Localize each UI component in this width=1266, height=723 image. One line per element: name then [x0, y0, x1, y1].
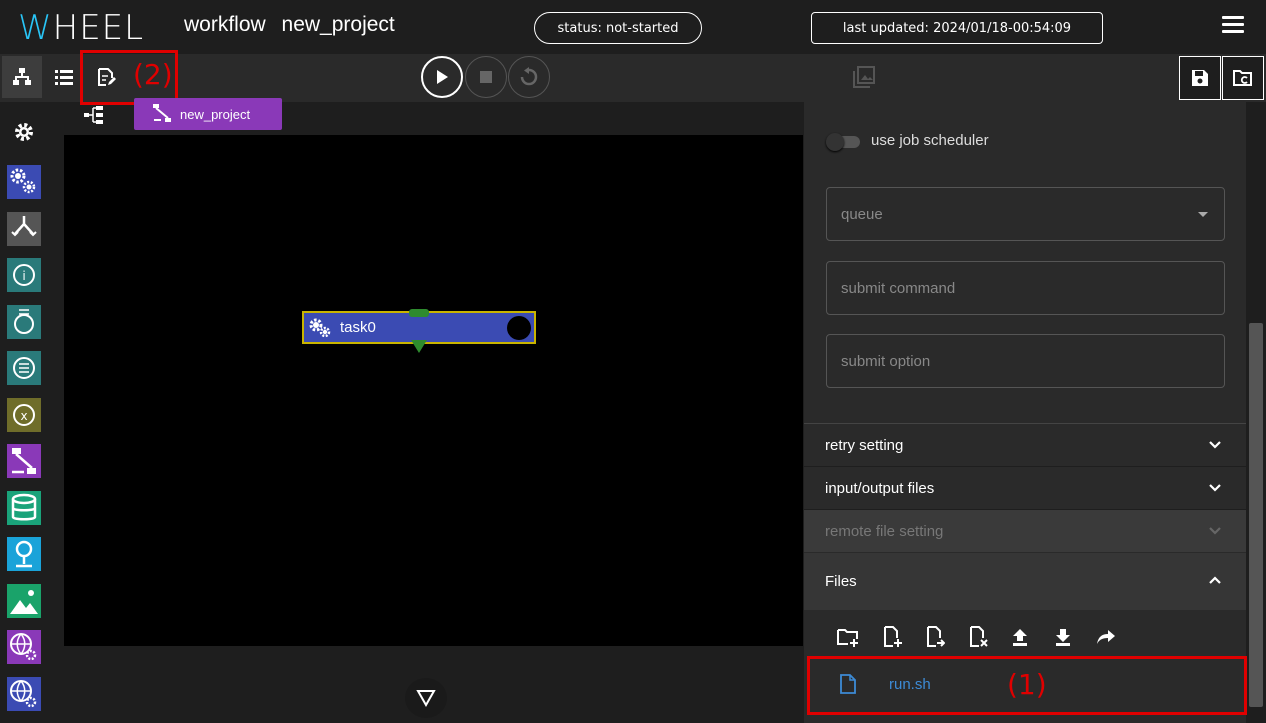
svg-text:x: x — [20, 409, 27, 423]
settings-gear-icon[interactable] — [13, 121, 35, 148]
task-input-port[interactable] — [409, 309, 429, 317]
new-file-button[interactable] — [879, 624, 905, 650]
queue-select[interactable]: queue — [826, 187, 1225, 241]
storage-icon[interactable] — [7, 490, 41, 525]
viewer-icon[interactable] — [853, 66, 875, 93]
workflow-canvas[interactable] — [64, 135, 803, 646]
for-icon[interactable]: i — [7, 258, 41, 292]
task-icon[interactable] — [7, 165, 41, 199]
save-button[interactable] — [1179, 56, 1221, 100]
parameter-study-icon[interactable]: x — [7, 397, 41, 432]
save-icon — [1192, 70, 1208, 86]
revert-project-button[interactable] — [1222, 56, 1264, 100]
viewer-icon[interactable] — [7, 583, 41, 618]
page-title: workflow new_project — [184, 13, 405, 37]
stop-button[interactable] — [465, 56, 507, 98]
list-view-icon — [55, 70, 73, 85]
task-output-connector[interactable] — [507, 316, 531, 340]
retry-setting-section[interactable]: retry setting — [804, 423, 1246, 466]
while-icon[interactable] — [7, 304, 41, 339]
project-tree-icon[interactable] — [84, 106, 104, 129]
task-name: task0 — [340, 319, 376, 336]
share-button[interactable] — [1093, 624, 1119, 650]
svg-text:i: i — [22, 269, 25, 283]
new-folder-icon — [837, 629, 858, 647]
stop-icon — [480, 71, 492, 83]
toggle-log-panel-button[interactable] — [405, 678, 447, 718]
scrollbar-thumb[interactable] — [1249, 323, 1263, 707]
annotation-label-1: (1) — [1007, 668, 1047, 701]
dropdown-caret-icon — [1198, 212, 1208, 217]
breadcrumb-project[interactable]: new_project — [134, 98, 282, 130]
title-project-name: new_project — [281, 13, 395, 36]
revert-project-icon — [1233, 70, 1252, 86]
use-job-scheduler-switch[interactable] — [826, 133, 860, 151]
list-view-button[interactable] — [44, 56, 84, 98]
cloud-task-icon[interactable] — [7, 630, 41, 664]
chevron-down-icon — [1209, 527, 1221, 535]
submit-command-field[interactable]: submit command — [826, 261, 1225, 315]
title-workflow: workflow — [184, 13, 266, 36]
last-updated-badge: last updated: 2024/01/18-00:54:09 — [811, 12, 1103, 44]
share-icon — [1097, 630, 1115, 644]
input-output-files-section[interactable]: input/output files — [804, 466, 1246, 509]
delete-file-button[interactable] — [965, 624, 991, 650]
download-icon — [1056, 629, 1070, 646]
task-gears-icon — [309, 318, 331, 343]
top-bar: WHEEL workflow new_project status: not-s… — [0, 0, 1266, 54]
foreach-icon[interactable] — [7, 351, 41, 385]
upload-button[interactable] — [1007, 624, 1033, 650]
files-section-header[interactable]: Files — [804, 553, 1246, 610]
workflow-icon[interactable] — [7, 444, 41, 478]
submit-option-field[interactable]: submit option — [826, 334, 1225, 388]
run-button[interactable] — [421, 56, 463, 98]
hamburger-menu-icon[interactable] — [1222, 16, 1244, 38]
new-folder-button[interactable] — [835, 624, 861, 650]
task-output-port[interactable] — [411, 340, 427, 353]
bulkjob-task-icon[interactable] — [7, 676, 41, 711]
upload-icon — [1013, 629, 1027, 646]
graph-view-icon — [13, 68, 31, 85]
toolbar — [0, 54, 1266, 102]
annotation-label-2: (2) — [133, 58, 173, 91]
wheel-logo: WHEEL — [18, 8, 145, 48]
delete-file-icon — [970, 626, 988, 647]
remote-file-setting-section: remote file setting — [804, 509, 1246, 552]
use-job-scheduler-label: use job scheduler — [871, 132, 989, 149]
play-icon — [437, 70, 448, 84]
chevron-down-icon — [1209, 484, 1221, 492]
new-file-icon — [884, 626, 902, 647]
graph-view-button[interactable] — [2, 56, 42, 98]
chevron-down-icon — [1209, 441, 1221, 449]
reset-icon — [520, 67, 538, 86]
download-button[interactable] — [1050, 624, 1076, 650]
if-icon[interactable] — [7, 211, 41, 246]
triangle-down-icon — [416, 690, 436, 707]
status-badge: status: not-started — [534, 12, 702, 44]
rename-file-button[interactable] — [922, 624, 948, 650]
breadcrumb-label: new_project — [180, 106, 251, 122]
source-icon[interactable] — [7, 537, 41, 571]
rename-file-icon — [927, 626, 945, 647]
reset-button[interactable] — [508, 56, 550, 98]
chevron-up-icon — [1209, 576, 1221, 584]
workflow-icon — [152, 103, 172, 125]
